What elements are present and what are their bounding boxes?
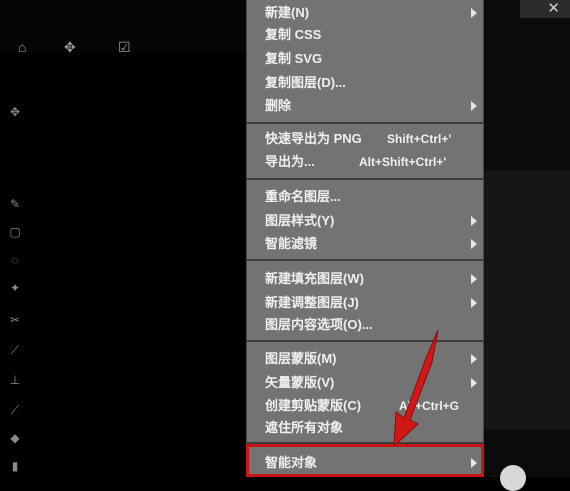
- menu-item-new-adjustment-layer[interactable]: 新建调整图层(J): [247, 292, 483, 314]
- submenu-arrow-icon: [471, 354, 477, 364]
- menu-item-shortcut: Shift+Ctrl+': [387, 132, 452, 146]
- menu-item-new[interactable]: 新建(N): [247, 2, 483, 24]
- menu-item-vector-mask[interactable]: 矢量蒙版(V): [247, 372, 483, 394]
- menu-item-new-fill-layer[interactable]: 新建填充图层(W): [247, 268, 483, 290]
- move-tool-icon[interactable]: ✥: [7, 104, 23, 120]
- menu-item-label: 图层蒙版(M): [265, 351, 337, 366]
- menu-item-label: 快速导出为 PNG: [265, 131, 362, 146]
- menu-item-label: 智能滤镜: [265, 236, 318, 251]
- select-tool-icon[interactable]: ▢: [7, 224, 23, 240]
- menu-item-copy-css[interactable]: 复制 CSS: [247, 24, 483, 46]
- menu-item-layer-content-options[interactable]: 图层内容选项(O)...: [247, 314, 483, 336]
- lasso-tool-icon[interactable]: ◌: [7, 252, 23, 268]
- menu-item-label: 导出为...: [265, 154, 315, 169]
- menu-item-label: 新建填充图层(W): [265, 271, 364, 286]
- blur-tool-icon[interactable]: ◆: [7, 430, 23, 446]
- move-icon[interactable]: ✥: [64, 40, 76, 54]
- highlight-box: [246, 444, 484, 477]
- canvas-area: [484, 170, 570, 430]
- menu-item-create-clipping-mask[interactable]: 创建剪贴蒙版(C) Alt+Ctrl+G: [247, 395, 483, 417]
- text-tool-icon[interactable]: ▮: [7, 458, 23, 474]
- menu-item-quick-export-png[interactable]: 快速导出为 PNG Shift+Ctrl+': [247, 128, 483, 150]
- menu-item-copy-svg[interactable]: 复制 SVG: [247, 48, 483, 70]
- menu-item-mask-all-objects[interactable]: 遮住所有对象: [247, 417, 483, 439]
- brush-tool-icon[interactable]: ⟋: [7, 342, 23, 358]
- close-icon: ✕: [547, 0, 560, 17]
- menu-separator: [247, 259, 483, 261]
- submenu-arrow-icon: [471, 378, 477, 388]
- menu-item-label: 遮住所有对象: [265, 420, 344, 435]
- menu-item-label: 删除: [265, 98, 292, 113]
- menu-item-label: 新建调整图层(J): [265, 295, 359, 310]
- menu-item-label: 图层样式(Y): [265, 213, 335, 228]
- submenu-arrow-icon: [471, 8, 477, 18]
- menu-item-delete[interactable]: 删除: [247, 95, 483, 117]
- round-button[interactable]: [500, 465, 526, 491]
- menu-item-label: 重命名图层...: [265, 189, 341, 204]
- menu-item-label: 复制 CSS: [265, 27, 322, 42]
- menu-item-layer-mask[interactable]: 图层蒙版(M): [247, 348, 483, 370]
- window-close-button[interactable]: ✕: [520, 0, 570, 18]
- stamp-tool-icon[interactable]: ⊥: [7, 372, 23, 388]
- submenu-arrow-icon: [471, 239, 477, 249]
- menu-item-layer-style[interactable]: 图层样式(Y): [247, 210, 483, 232]
- menu-separator: [247, 178, 483, 180]
- checkbox-icon[interactable]: ☑: [118, 40, 131, 54]
- menu-item-label: 创建剪贴蒙版(C): [265, 398, 362, 413]
- menu-item-label: 复制 SVG: [265, 51, 323, 66]
- menu-item-smart-filter[interactable]: 智能滤镜: [247, 233, 483, 255]
- menu-separator: [247, 340, 483, 342]
- menu-item-label: 新建(N): [265, 5, 310, 20]
- menu-item-duplicate-layer[interactable]: 复制图层(D)...: [247, 72, 483, 94]
- crop-tool-icon[interactable]: ✂: [7, 312, 23, 328]
- menu-item-shortcut: Alt+Ctrl+G: [399, 399, 460, 413]
- menu-item-label: 复制图层(D)...: [265, 75, 346, 90]
- submenu-arrow-icon: [471, 274, 477, 284]
- magic-wand-icon[interactable]: ✦: [7, 280, 23, 296]
- menu-separator: [247, 122, 483, 124]
- submenu-arrow-icon: [471, 216, 477, 226]
- submenu-arrow-icon: [471, 298, 477, 308]
- layer-context-menu: 新建(N) 复制 CSS 复制 SVG 复制图层(D)... 删除 快速导出为 …: [246, 0, 484, 477]
- tools-panel: ✥ ✎ ▢ ◌ ✦ ✂ ⟋ ⊥ ⟋ ◆ ▮: [0, 60, 30, 477]
- menu-item-label: 图层内容选项(O)...: [265, 317, 373, 332]
- pen-tool-icon[interactable]: ✎: [7, 196, 23, 212]
- home-icon[interactable]: ⌂: [18, 40, 26, 54]
- menu-item-rename-layer[interactable]: 重命名图层...: [247, 186, 483, 208]
- menu-item-shortcut: Alt+Shift+Ctrl+': [359, 155, 447, 169]
- menu-item-export-as[interactable]: 导出为... Alt+Shift+Ctrl+': [247, 151, 483, 173]
- eraser-tool-icon[interactable]: ⟋: [7, 402, 23, 418]
- menu-item-label: 矢量蒙版(V): [265, 375, 335, 390]
- submenu-arrow-icon: [471, 101, 477, 111]
